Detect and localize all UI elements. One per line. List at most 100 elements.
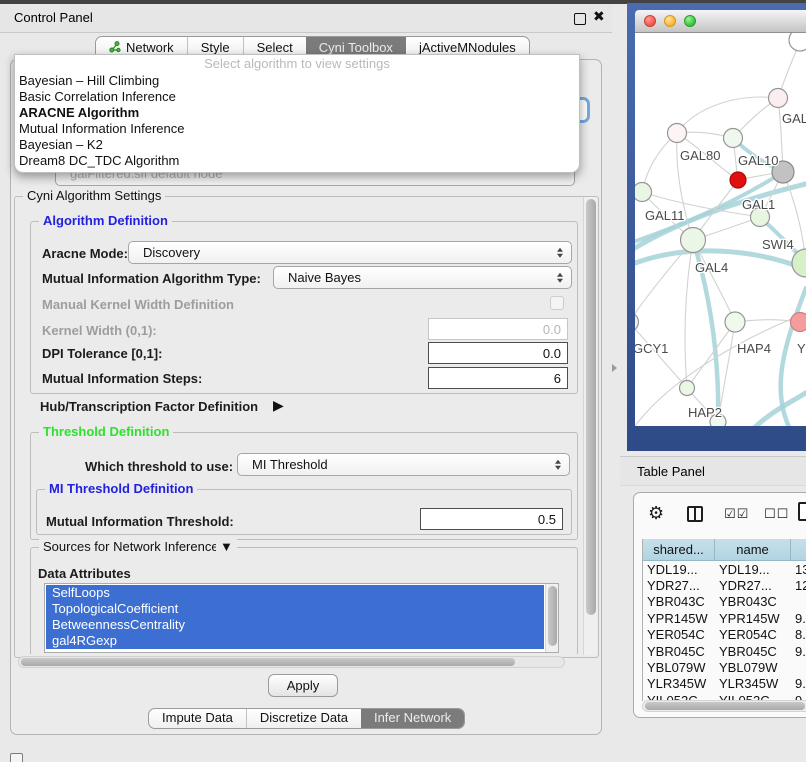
algorithm-option[interactable]: Bayesian – K2 <box>15 137 579 153</box>
cell-value: 13 <box>791 562 806 577</box>
window-close-button[interactable] <box>644 15 656 27</box>
dpi-tolerance-label: DPI Tolerance [0,1]: <box>42 346 162 361</box>
node-label: HAP4 <box>737 341 771 356</box>
deselect-all-checkboxes-icon[interactable]: ☐☐ <box>764 506 789 522</box>
columns-icon[interactable] <box>687 506 703 522</box>
tab-discretize-data[interactable]: Discretize Data <box>246 709 361 728</box>
node-gal11[interactable] <box>635 183 652 202</box>
window-minimize-button[interactable] <box>664 15 676 27</box>
tab-infer-network[interactable]: Infer Network <box>361 709 464 728</box>
algorithm-definition-title: Algorithm Definition <box>39 213 172 228</box>
node-salmon[interactable] <box>791 313 806 332</box>
settings-horizontal-scrollbar[interactable] <box>18 656 565 668</box>
table-panel-body: ⚙ ☑☑ ☐☐ shared... name YDL19... YDL19...… <box>633 492 806 718</box>
table-row[interactable]: YER054C YER054C 8. <box>643 627 806 643</box>
cell-name: YPR145W <box>715 611 791 626</box>
node-hap2[interactable] <box>680 381 695 396</box>
combo-arrows-icon <box>555 459 561 470</box>
select-all-checkboxes-icon[interactable]: ☑☑ <box>724 506 749 522</box>
attribute-table: shared... name YDL19... YDL19... 13 YDR2… <box>642 539 806 701</box>
tab-impute-data-label: Impute Data <box>162 710 233 725</box>
manual-kernel-width-checkbox[interactable] <box>550 296 564 310</box>
settings-vertical-scrollbar[interactable] <box>583 197 597 655</box>
panel-splitter-handle[interactable] <box>612 364 617 372</box>
list-item-selected[interactable]: gal4RGexp <box>46 633 544 649</box>
list-vertical-scrollbar-thumb[interactable] <box>548 586 557 646</box>
close-icon[interactable]: ✖ <box>593 8 605 25</box>
minimized-panel-icon[interactable] <box>10 753 23 762</box>
cell-value: 12 <box>791 578 806 593</box>
combo-arrows-icon <box>557 247 563 258</box>
table-row[interactable]: YBL079W YBL079W <box>643 659 806 675</box>
table-panel-title: Table Panel <box>637 464 705 479</box>
column-header[interactable]: name <box>715 539 791 560</box>
gear-icon[interactable]: ⚙ <box>648 503 664 524</box>
table-row[interactable]: YBR043C YBR043C <box>643 594 806 610</box>
window-zoom-button[interactable] <box>684 15 696 27</box>
apply-button[interactable]: Apply <box>268 674 338 697</box>
node-gal-partial[interactable] <box>769 89 788 108</box>
tab-cyni-toolbox-label: Cyni Toolbox <box>319 40 393 55</box>
node-gal80[interactable] <box>668 124 687 143</box>
cell-value: 9. <box>791 644 806 659</box>
node-big-green[interactable] <box>792 249 806 277</box>
algorithm-option[interactable]: Bayesian – Hill Climbing <box>15 73 579 89</box>
node-gcy1[interactable] <box>635 313 639 332</box>
table-horizontal-scrollbar-thumb[interactable] <box>645 702 805 710</box>
algorithm-option[interactable]: Dream8 DC_TDC Algorithm <box>15 153 579 169</box>
tab-jactivemnodules-label: jActiveMNodules <box>419 40 516 55</box>
node-gal10[interactable] <box>724 129 743 148</box>
mi-threshold-field[interactable]: 0.5 <box>420 508 563 530</box>
table-horizontal-scrollbar[interactable] <box>642 700 806 712</box>
cell-value: 8. <box>791 627 806 642</box>
tab-impute-data[interactable]: Impute Data <box>149 709 246 728</box>
table-row[interactable]: YPR145W YPR145W 9. <box>643 610 806 626</box>
table-row[interactable]: YDL19... YDL19... 13 <box>643 561 806 577</box>
float-icon[interactable] <box>574 13 586 25</box>
hub-definition-label[interactable]: Hub/Transcription Factor Definition <box>40 399 258 414</box>
which-threshold-label: Which threshold to use: <box>85 459 233 474</box>
dpi-tolerance-field[interactable]: 0.0 <box>428 342 568 364</box>
cell-shared-name: YLR345W <box>643 676 715 691</box>
algorithm-option-selected[interactable]: ARACNE Algorithm <box>15 105 579 121</box>
list-item-selected[interactable]: BetweennessCentrality <box>46 617 544 633</box>
network-window-titlebar[interactable] <box>635 10 806 33</box>
table-row[interactable]: YBR045C YBR045C 9. <box>643 643 806 659</box>
sources-group-title[interactable]: Sources for Network Inference <box>39 539 223 554</box>
algorithm-option[interactable]: Basic Correlation Inference <box>15 89 579 105</box>
settings-horizontal-scrollbar-thumb[interactable] <box>21 658 515 666</box>
node-label: GAL80 <box>680 148 720 163</box>
mi-steps-field[interactable]: 6 <box>428 367 568 389</box>
mi-algorithm-type-combo[interactable]: Naive Bayes <box>273 266 572 289</box>
control-panel-title: Control Panel <box>14 10 93 25</box>
aracne-mode-combo[interactable]: Discovery <box>128 241 572 264</box>
file-icon[interactable] <box>798 502 806 521</box>
mi-algorithm-type-value: Naive Bayes <box>288 270 361 285</box>
list-vertical-scrollbar[interactable] <box>545 584 558 652</box>
table-row[interactable]: YDR27... YDR27... 12 <box>643 577 806 593</box>
mi-threshold-value: 0.5 <box>538 512 556 527</box>
expanded-arrow-icon[interactable]: ▼ <box>216 539 237 554</box>
cell-name: YDL19... <box>715 562 791 577</box>
settings-vertical-scrollbar-thumb[interactable] <box>586 199 596 615</box>
kernel-width-label: Kernel Width (0,1): <box>42 323 157 338</box>
node-hap4[interactable] <box>725 312 745 332</box>
which-threshold-combo[interactable]: MI Threshold <box>237 453 570 476</box>
list-item-selected[interactable]: TopologicalCoefficient <box>46 601 544 617</box>
node-unlabeled[interactable] <box>789 33 806 51</box>
node-label: GAL10 <box>738 153 778 168</box>
collapsed-arrow-icon[interactable]: ▶ <box>273 397 284 414</box>
column-header[interactable]: shared... <box>643 539 715 560</box>
cell-name: YBL079W <box>715 660 791 675</box>
node-gal4[interactable] <box>681 228 706 253</box>
algorithm-option[interactable]: Mutual Information Inference <box>15 121 579 137</box>
table-panel-titlebar: Table Panel <box>620 456 806 486</box>
algorithm-dropdown-popup: Select algorithm to view settings Bayesi… <box>14 54 580 173</box>
column-header[interactable] <box>791 539 806 560</box>
cell-shared-name: YBR043C <box>643 594 715 609</box>
kernel-width-field[interactable]: 0.0 <box>428 318 568 340</box>
node-highlighted-red[interactable] <box>730 172 746 188</box>
table-row[interactable]: YLR345W YLR345W 9. <box>643 676 806 692</box>
network-canvas[interactable]: GAL GAL80 GAL10 GAL1 GAL11 SWI4 GAL4 GCY… <box>635 33 806 426</box>
list-item-selected[interactable]: SelfLoops <box>46 585 544 601</box>
